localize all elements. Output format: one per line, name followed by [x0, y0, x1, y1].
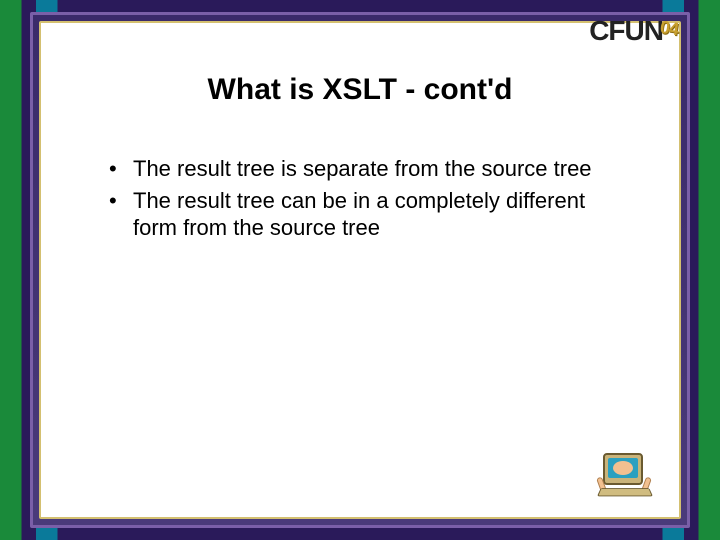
- slide-mid-frame: CFUN04 What is XSLT - cont'd The result …: [30, 12, 690, 528]
- list-item: The result tree is separate from the sou…: [109, 155, 629, 183]
- bullet-list: The result tree is separate from the sou…: [91, 155, 629, 242]
- list-item: The result tree can be in a completely d…: [109, 187, 629, 242]
- logo-text: CFUN: [589, 15, 663, 46]
- slide-inner-frame: What is XSLT - cont'd The result tree is…: [39, 21, 681, 519]
- mascot-icon: [597, 447, 661, 503]
- slide-content: What is XSLT - cont'd The result tree is…: [41, 23, 679, 266]
- cfun-logo: CFUN04: [589, 15, 681, 47]
- slide-title: What is XSLT - cont'd: [91, 73, 629, 107]
- logo-suffix: 04: [659, 17, 680, 40]
- slide-outer-frame: CFUN04 What is XSLT - cont'd The result …: [0, 0, 720, 540]
